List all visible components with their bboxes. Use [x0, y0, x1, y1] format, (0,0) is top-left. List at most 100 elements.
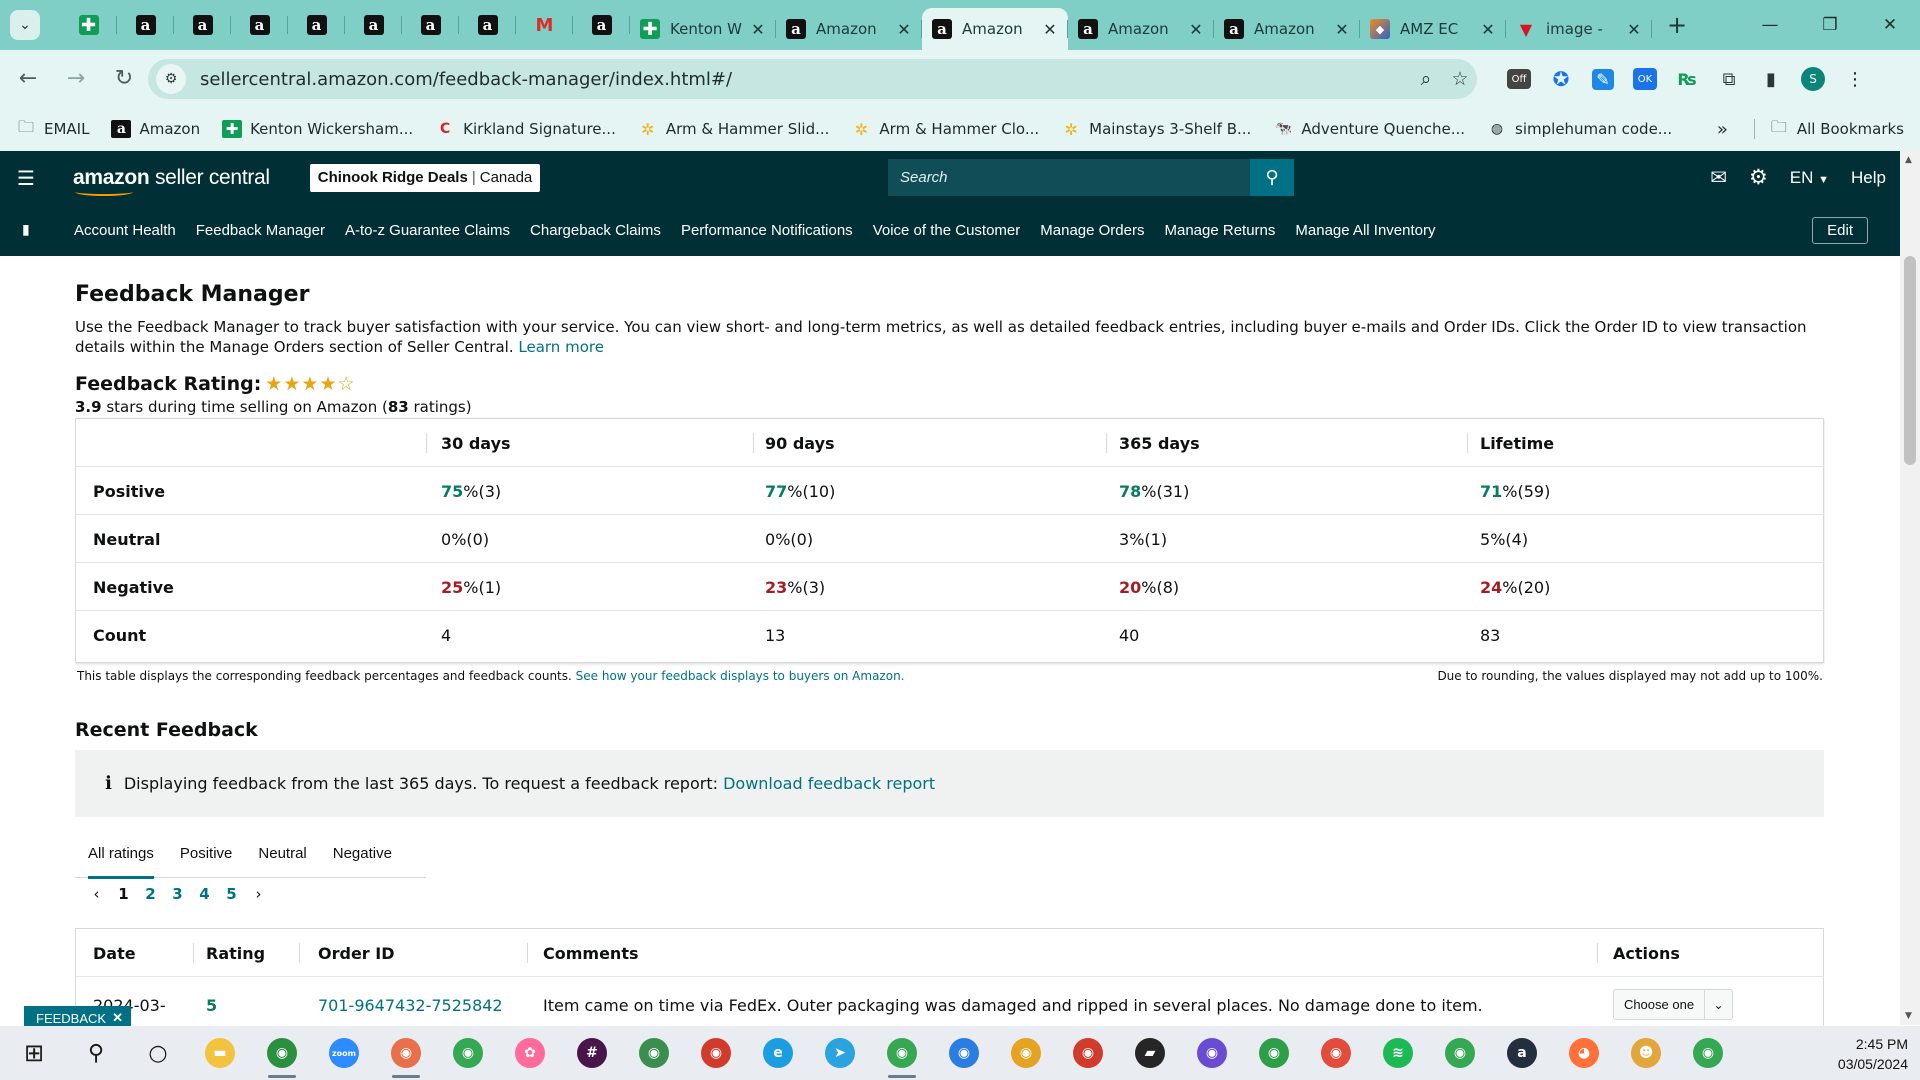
- pinned-tab[interactable]: a: [459, 0, 516, 50]
- taskbar-app[interactable]: ◉: [690, 1026, 742, 1080]
- search-input[interactable]: Search: [888, 169, 1250, 186]
- forward-arrow-icon[interactable]: →: [56, 59, 96, 99]
- close-tab-icon[interactable]: ✕: [896, 20, 912, 39]
- browser-tab[interactable]: a Amazon ✕: [1214, 8, 1360, 50]
- taskbar-app[interactable]: ◉: [256, 1026, 308, 1080]
- taskbar-app[interactable]: ◉: [1000, 1026, 1052, 1080]
- hamburger-menu-icon[interactable]: ☰: [17, 166, 43, 190]
- bookmark-item[interactable]: ✲ Arm & Hammer Clo...: [851, 120, 1039, 139]
- taskbar-app[interactable]: ✿: [504, 1026, 556, 1080]
- minimize-icon[interactable]: —: [1740, 0, 1800, 50]
- search-icon[interactable]: ⚲: [1250, 159, 1294, 196]
- taskbar-app[interactable]: ◉: [1062, 1026, 1114, 1080]
- taskbar-app[interactable]: ≋: [1372, 1026, 1424, 1080]
- back-arrow-icon[interactable]: ←: [8, 59, 48, 99]
- nav-item[interactable]: Manage Returns: [1164, 222, 1275, 239]
- address-bar[interactable]: ⚙ sellercentral.amazon.com/feedback-mana…: [148, 59, 1477, 99]
- bookmark-item[interactable]: ✲ Mainstays 3-Shelf B...: [1061, 120, 1251, 139]
- taskbar-app[interactable]: ◉: [1434, 1026, 1486, 1080]
- taskbar-app[interactable]: a: [1496, 1026, 1548, 1080]
- bookmark-item[interactable]: ✚ Kenton Wickersham...: [222, 120, 413, 138]
- tab-all-ratings[interactable]: All ratings: [88, 830, 154, 879]
- bookmark-item[interactable]: 🐄 Adventure Quenche...: [1273, 120, 1465, 138]
- close-tab-icon[interactable]: ✕: [1334, 20, 1350, 39]
- nav-item[interactable]: Manage All Inventory: [1295, 222, 1435, 239]
- ok-extension-icon[interactable]: OK: [1626, 60, 1664, 98]
- pin-bookmark-icon[interactable]: ▮: [22, 222, 42, 238]
- close-tab-icon[interactable]: ✕: [1188, 20, 1204, 39]
- taskbar-app[interactable]: ☻: [1620, 1026, 1672, 1080]
- bookmark-star-icon[interactable]: ☆: [1443, 68, 1477, 90]
- pinned-tab[interactable]: a: [573, 0, 630, 50]
- language-selector[interactable]: EN ▼: [1790, 168, 1829, 188]
- browser-tab[interactable]: ◆ AMZ EC ✕: [1360, 8, 1506, 50]
- scroll-thumb[interactable]: [1904, 256, 1916, 465]
- taskbar-app[interactable]: ▰: [1124, 1026, 1176, 1080]
- browser-tab[interactable]: ▼ image - ✕: [1506, 8, 1652, 50]
- all-bookmarks-link[interactable]: All Bookmarks: [1797, 120, 1904, 138]
- pinned-tab[interactable]: a: [402, 0, 459, 50]
- bookmark-item[interactable]: C Kirkland Signature...: [435, 120, 616, 138]
- nav-item[interactable]: Account Health: [74, 222, 176, 239]
- browser-tab[interactable]: a Amazon ✕: [922, 8, 1068, 50]
- nav-item[interactable]: Feedback Manager: [196, 222, 325, 239]
- taskbar-app[interactable]: ◉: [876, 1026, 928, 1080]
- page-scrollbar[interactable]: ▲ ▼: [1900, 151, 1920, 1025]
- store-switcher[interactable]: Chinook Ridge Deals | Canada: [309, 163, 541, 192]
- bookmarks-overflow-icon[interactable]: »: [1717, 119, 1728, 140]
- close-tab-icon[interactable]: ✕: [750, 20, 766, 39]
- bookmark-item[interactable]: ✲ Arm & Hammer Slid...: [638, 120, 829, 139]
- page-number[interactable]: 2: [137, 885, 164, 903]
- download-report-link[interactable]: Download feedback report: [723, 774, 935, 793]
- sidepanel-icon[interactable]: ▮: [1752, 60, 1790, 98]
- taskbar-app[interactable]: ▬: [194, 1026, 246, 1080]
- mail-icon[interactable]: ✉: [1710, 165, 1727, 190]
- zoom-icon[interactable]: ⌕: [1409, 68, 1443, 90]
- browser-tab[interactable]: a Amazon ✕: [1068, 8, 1214, 50]
- learn-more-link[interactable]: Learn more: [518, 338, 604, 356]
- puzzle-ring-icon[interactable]: ✪: [1542, 60, 1580, 98]
- close-tab-icon[interactable]: ✕: [1626, 20, 1642, 39]
- bookmark-item[interactable]: 🗀 EMAIL: [16, 117, 89, 139]
- page-number[interactable]: 3: [164, 885, 191, 903]
- windows-start-icon[interactable]: ⊞: [8, 1026, 60, 1080]
- rs-icon[interactable]: ₨: [1668, 60, 1706, 98]
- scroll-down-arrow-icon[interactable]: ▼: [1905, 1011, 1912, 1021]
- order-id-link[interactable]: 701-9647432-7525842: [318, 981, 503, 1026]
- scroll-up-arrow-icon[interactable]: ▲: [1905, 155, 1912, 165]
- nav-item[interactable]: A-to-z Guarantee Claims: [345, 222, 510, 239]
- taskbar-app[interactable]: zoom: [318, 1026, 370, 1080]
- site-info-icon[interactable]: ⚙: [156, 64, 186, 94]
- chevron-right-icon[interactable]: ›: [245, 885, 272, 903]
- seller-central-logo[interactable]: amazon seller central: [73, 166, 270, 196]
- chevron-left-icon[interactable]: ‹: [83, 885, 110, 903]
- edit-nav-button[interactable]: Edit: [1812, 217, 1868, 244]
- browser-tab[interactable]: a Amazon ✕: [776, 8, 922, 50]
- url-text[interactable]: sellercentral.amazon.com/feedback-manage…: [200, 69, 1409, 90]
- taskbar-app[interactable]: ◉: [628, 1026, 680, 1080]
- tab-negative[interactable]: Negative: [333, 830, 392, 878]
- browser-menu-icon[interactable]: ⋮: [1836, 60, 1874, 98]
- taskbar-app[interactable]: ◕: [1558, 1026, 1610, 1080]
- nav-item[interactable]: Voice of the Customer: [873, 222, 1021, 239]
- taskbar-app[interactable]: ➤: [814, 1026, 866, 1080]
- taskbar-app[interactable]: ◉: [938, 1026, 990, 1080]
- taskbar-app[interactable]: ⚲: [70, 1026, 122, 1080]
- page-number[interactable]: 4: [191, 885, 218, 903]
- restore-icon[interactable]: ❐: [1800, 0, 1860, 50]
- new-tab-button[interactable]: +: [1662, 11, 1692, 39]
- reload-icon[interactable]: ↻: [104, 59, 144, 99]
- pinned-tab[interactable]: a: [288, 0, 345, 50]
- profile-avatar[interactable]: S: [1794, 60, 1832, 98]
- blue-note-icon[interactable]: ✎: [1584, 60, 1622, 98]
- close-tab-icon[interactable]: ✕: [1042, 20, 1058, 39]
- taskbar-app[interactable]: #: [566, 1026, 618, 1080]
- pinned-tab[interactable]: ✚: [60, 0, 117, 50]
- taskbar-app[interactable]: ◉: [1310, 1026, 1362, 1080]
- taskbar-app[interactable]: ◉: [1682, 1026, 1734, 1080]
- pinned-tab[interactable]: a: [174, 0, 231, 50]
- nav-item[interactable]: Chargeback Claims: [530, 222, 661, 239]
- puzzle-icon[interactable]: ⧉: [1710, 60, 1748, 98]
- close-tab-icon[interactable]: ✕: [1480, 20, 1496, 39]
- taskbar-app[interactable]: e: [752, 1026, 804, 1080]
